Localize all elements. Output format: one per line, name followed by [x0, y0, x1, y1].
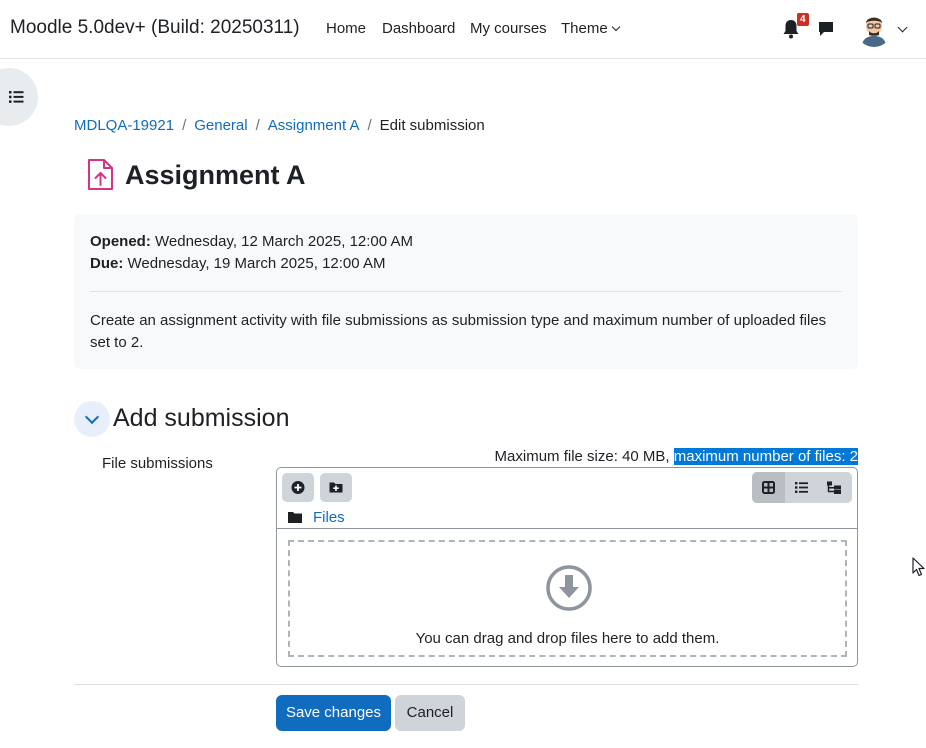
files-path-link[interactable]: Files: [313, 509, 345, 526]
mouse-cursor-icon: [912, 557, 925, 577]
chevron-down-icon: [84, 409, 100, 425]
file-manager-divider: [277, 528, 857, 529]
plus-circle-icon: [291, 481, 305, 494]
breadcrumb-activity[interactable]: Assignment A: [268, 117, 360, 134]
list-icon: [795, 482, 808, 493]
breadcrumb-course[interactable]: MDLQA-19921: [74, 117, 174, 134]
opened-label: Opened:: [90, 233, 151, 250]
due-label: Due:: [90, 255, 124, 272]
nav-my-courses[interactable]: My courses: [470, 20, 547, 37]
file-drop-zone[interactable]: You can drag and drop files here to add …: [288, 540, 847, 657]
folder-icon: [288, 512, 302, 523]
nav-theme[interactable]: Theme: [561, 20, 620, 37]
breadcrumb-separator: /: [255, 117, 260, 134]
folder-plus-icon: [329, 482, 343, 493]
cancel-button[interactable]: Cancel: [395, 695, 465, 731]
info-divider: [90, 291, 842, 292]
breadcrumb: MDLQA-19921 / General / Assignment A / Edit su…: [74, 117, 485, 134]
tree-view-button[interactable]: [818, 472, 851, 503]
file-submissions-label: File submissions: [102, 455, 213, 472]
list-view-button[interactable]: [785, 472, 818, 503]
opened-value: Wednesday, 12 March 2025, 12:00 AM: [155, 233, 413, 250]
course-index-toggle[interactable]: [0, 68, 38, 126]
breadcrumb-section[interactable]: General: [194, 117, 247, 134]
due-value: Wednesday, 19 March 2025, 12:00 AM: [127, 255, 386, 272]
due-date: Due: Wednesday, 19 March 2025, 12:00 AM: [90, 255, 385, 272]
create-folder-button[interactable]: [320, 473, 352, 502]
message-icon[interactable]: [817, 20, 835, 38]
user-avatar[interactable]: [856, 11, 892, 47]
file-limits-text: Maximum file size: 40 MB, maximum number…: [495, 448, 858, 465]
activity-description: Create an assignment activity with file …: [90, 312, 827, 351]
form-divider: [74, 684, 858, 685]
section-title: Add submission: [113, 404, 290, 432]
icons-view-button[interactable]: [752, 472, 785, 503]
section-collapse-toggle[interactable]: [74, 401, 110, 437]
list-icon: [9, 91, 24, 103]
breadcrumb-separator: /: [367, 117, 372, 134]
top-navbar: Moodle 5.0dev+ (Build: 20250311) Home Da…: [0, 0, 926, 59]
view-mode-group: [752, 472, 852, 503]
nav-theme-label: Theme: [561, 20, 608, 37]
breadcrumb-current: Edit submission: [379, 117, 485, 134]
max-files-highlighted: maximum number of files: 2: [673, 448, 858, 465]
add-file-button[interactable]: [282, 473, 314, 502]
notification-count-badge: 4: [797, 13, 809, 26]
folder-tree-icon: [827, 481, 841, 494]
user-menu-chevron-icon[interactable]: [897, 22, 908, 33]
site-brand[interactable]: Moodle 5.0dev+ (Build: 20250311): [10, 17, 300, 39]
grid-icon: [762, 481, 775, 494]
nav-dashboard[interactable]: Dashboard: [382, 20, 455, 37]
file-manager: Files You can drag and drop files here t…: [276, 467, 858, 667]
max-file-size: Maximum file size: 40 MB,: [494, 448, 674, 465]
download-arrow-icon: [546, 565, 592, 611]
page-title: Assignment A: [125, 160, 306, 190]
assignment-upload-icon: [88, 159, 113, 190]
activity-dates-info: Opened: Wednesday, 12 March 2025, 12:00 …: [74, 214, 858, 369]
opened-date: Opened: Wednesday, 12 March 2025, 12:00 …: [90, 233, 413, 250]
breadcrumb-separator: /: [182, 117, 187, 134]
drop-zone-text: You can drag and drop files here to add …: [415, 630, 720, 647]
nav-home[interactable]: Home: [326, 20, 366, 37]
save-changes-button[interactable]: Save changes: [276, 695, 391, 731]
chevron-down-icon: [611, 22, 620, 32]
